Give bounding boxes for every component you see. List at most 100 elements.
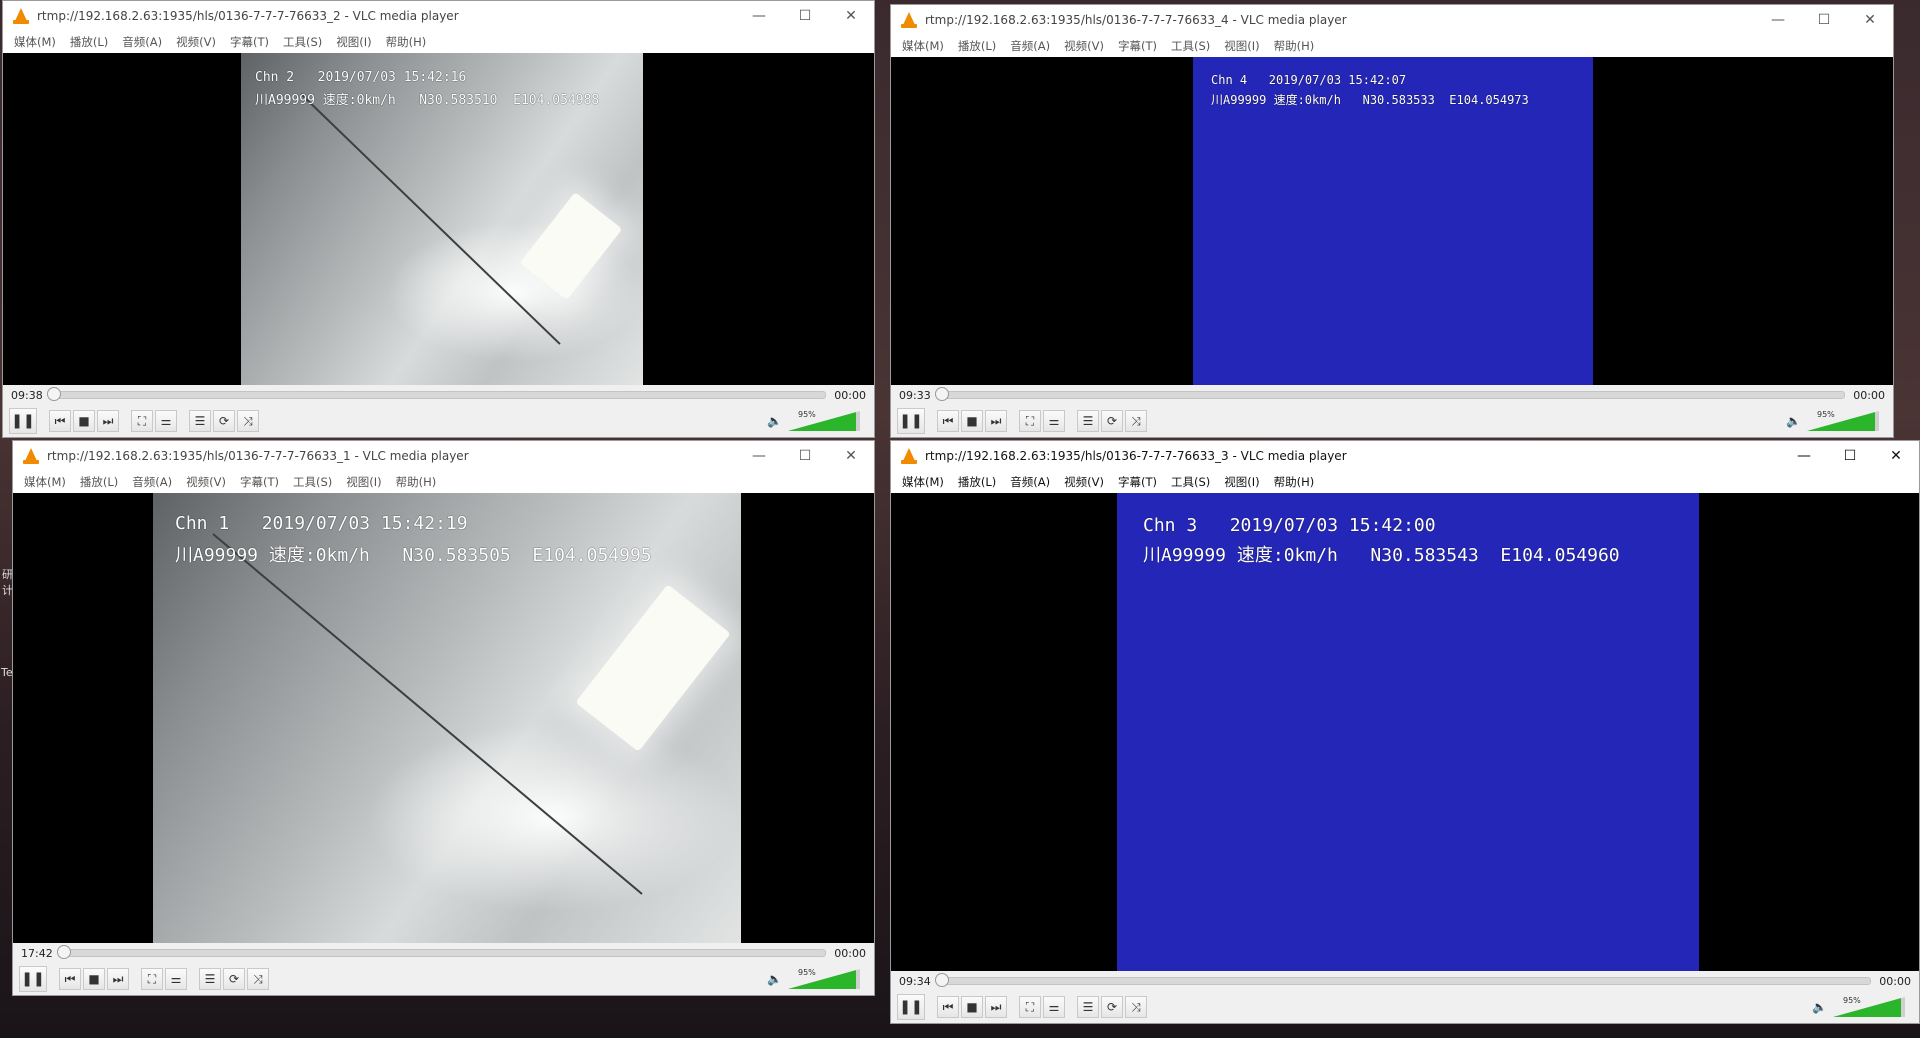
menu-item-0[interactable]: 媒体(M) bbox=[895, 38, 951, 54]
loop-button[interactable]: ⟳ bbox=[213, 410, 235, 432]
menu-item-2[interactable]: 音频(A) bbox=[125, 474, 179, 490]
volume-slider[interactable]: 95% bbox=[1807, 410, 1879, 431]
menu-item-7[interactable]: 帮助(H) bbox=[1267, 474, 1322, 490]
menu-item-5[interactable]: 工具(S) bbox=[276, 34, 329, 50]
close-button[interactable]: ✕ bbox=[828, 441, 874, 471]
previous-button[interactable]: ⏮ bbox=[937, 996, 959, 1018]
seek-handle[interactable] bbox=[56, 945, 71, 959]
seek-handle[interactable] bbox=[46, 387, 61, 401]
stop-button[interactable]: ■ bbox=[961, 410, 983, 432]
extended-settings-button[interactable]: ⚌ bbox=[1043, 410, 1065, 432]
maximize-button[interactable]: ☐ bbox=[1801, 5, 1847, 35]
seek-handle[interactable] bbox=[934, 387, 949, 401]
menu-item-5[interactable]: 工具(S) bbox=[1164, 38, 1217, 54]
playlist-button[interactable]: ☰ bbox=[199, 968, 221, 990]
video-area[interactable]: Chn 1 2019/07/03 15:42:19 川A99999 速度:0km/… bbox=[13, 493, 874, 943]
fullscreen-button[interactable]: ⛶ bbox=[141, 968, 163, 990]
video-area[interactable]: Chn 4 2019/07/03 15:42:07 川A99999 速度:0km/… bbox=[891, 57, 1893, 385]
stop-button[interactable]: ■ bbox=[961, 996, 983, 1018]
pause-button[interactable]: ❚❚ bbox=[19, 966, 47, 992]
menu-item-6[interactable]: 视图(I) bbox=[1217, 474, 1266, 490]
menu-item-1[interactable]: 播放(L) bbox=[73, 474, 125, 490]
menu-item-5[interactable]: 工具(S) bbox=[286, 474, 339, 490]
next-button[interactable]: ⏭ bbox=[985, 996, 1007, 1018]
extended-settings-button[interactable]: ⚌ bbox=[165, 968, 187, 990]
title-bar[interactable]: rtmp://192.168.2.63:1935/hls/0136-7-7-7-… bbox=[13, 441, 874, 471]
menu-item-1[interactable]: 播放(L) bbox=[63, 34, 115, 50]
volume-control[interactable]: 🔈 95% bbox=[1812, 996, 1905, 1017]
menu-item-6[interactable]: 视图(I) bbox=[1217, 38, 1266, 54]
pause-button[interactable]: ❚❚ bbox=[897, 408, 925, 434]
close-button[interactable]: ✕ bbox=[1873, 441, 1919, 471]
title-bar[interactable]: rtmp://192.168.2.63:1935/hls/0136-7-7-7-… bbox=[3, 1, 874, 31]
menu-item-3[interactable]: 视频(V) bbox=[169, 34, 223, 50]
volume-slider[interactable]: 95% bbox=[1833, 996, 1905, 1017]
pause-button[interactable]: ❚❚ bbox=[9, 408, 37, 434]
seek-slider[interactable] bbox=[56, 945, 827, 959]
extended-settings-button[interactable]: ⚌ bbox=[1043, 996, 1065, 1018]
title-bar[interactable]: rtmp://192.168.2.63:1935/hls/0136-7-7-7-… bbox=[891, 5, 1893, 35]
menu-item-4[interactable]: 字幕(T) bbox=[233, 474, 286, 490]
volume-control[interactable]: 🔈 95% bbox=[767, 410, 860, 431]
shuffle-button[interactable]: ⤨ bbox=[237, 410, 259, 432]
menu-item-3[interactable]: 视频(V) bbox=[1057, 38, 1111, 54]
playlist-button[interactable]: ☰ bbox=[1077, 410, 1099, 432]
shuffle-button[interactable]: ⤨ bbox=[247, 968, 269, 990]
menu-item-6[interactable]: 视图(I) bbox=[329, 34, 378, 50]
previous-button[interactable]: ⏮ bbox=[59, 968, 81, 990]
menu-item-3[interactable]: 视频(V) bbox=[179, 474, 233, 490]
fullscreen-button[interactable]: ⛶ bbox=[131, 410, 153, 432]
speaker-icon[interactable]: 🔈 bbox=[767, 414, 782, 428]
menu-item-0[interactable]: 媒体(M) bbox=[17, 474, 73, 490]
loop-button[interactable]: ⟳ bbox=[1101, 410, 1123, 432]
menu-item-0[interactable]: 媒体(M) bbox=[895, 474, 951, 490]
title-bar[interactable]: rtmp://192.168.2.63:1935/hls/0136-7-7-7-… bbox=[891, 441, 1919, 471]
maximize-button[interactable]: ☐ bbox=[782, 1, 828, 31]
maximize-button[interactable]: ☐ bbox=[782, 441, 828, 471]
playlist-button[interactable]: ☰ bbox=[1077, 996, 1099, 1018]
close-button[interactable]: ✕ bbox=[1847, 5, 1893, 35]
next-button[interactable]: ⏭ bbox=[985, 410, 1007, 432]
menu-item-4[interactable]: 字幕(T) bbox=[1111, 38, 1164, 54]
seek-slider[interactable] bbox=[934, 973, 1872, 987]
menu-item-2[interactable]: 音频(A) bbox=[1003, 38, 1057, 54]
volume-slider[interactable]: 95% bbox=[788, 410, 860, 431]
minimize-button[interactable]: — bbox=[1781, 441, 1827, 471]
seek-handle[interactable] bbox=[934, 973, 949, 987]
menu-item-7[interactable]: 帮助(H) bbox=[379, 34, 434, 50]
video-area[interactable]: Chn 2 2019/07/03 15:42:16 川A99999 速度:0km/… bbox=[3, 53, 874, 385]
stop-button[interactable]: ■ bbox=[73, 410, 95, 432]
volume-control[interactable]: 🔈 95% bbox=[1786, 410, 1879, 431]
previous-button[interactable]: ⏮ bbox=[937, 410, 959, 432]
fullscreen-button[interactable]: ⛶ bbox=[1019, 996, 1041, 1018]
next-button[interactable]: ⏭ bbox=[97, 410, 119, 432]
pause-button[interactable]: ❚❚ bbox=[897, 994, 925, 1020]
menu-item-1[interactable]: 播放(L) bbox=[951, 474, 1003, 490]
menu-item-4[interactable]: 字幕(T) bbox=[1111, 474, 1164, 490]
stop-button[interactable]: ■ bbox=[83, 968, 105, 990]
menu-item-7[interactable]: 帮助(H) bbox=[1267, 38, 1322, 54]
menu-item-1[interactable]: 播放(L) bbox=[951, 38, 1003, 54]
speaker-icon[interactable]: 🔈 bbox=[1786, 414, 1801, 428]
menu-item-4[interactable]: 字幕(T) bbox=[223, 34, 276, 50]
next-button[interactable]: ⏭ bbox=[107, 968, 129, 990]
previous-button[interactable]: ⏮ bbox=[49, 410, 71, 432]
loop-button[interactable]: ⟳ bbox=[1101, 996, 1123, 1018]
seek-slider[interactable] bbox=[934, 387, 1846, 401]
menu-item-7[interactable]: 帮助(H) bbox=[389, 474, 444, 490]
minimize-button[interactable]: — bbox=[736, 1, 782, 31]
maximize-button[interactable]: ☐ bbox=[1827, 441, 1873, 471]
speaker-icon[interactable]: 🔈 bbox=[1812, 1000, 1827, 1014]
menu-item-5[interactable]: 工具(S) bbox=[1164, 474, 1217, 490]
menu-item-3[interactable]: 视频(V) bbox=[1057, 474, 1111, 490]
loop-button[interactable]: ⟳ bbox=[223, 968, 245, 990]
menu-item-2[interactable]: 音频(A) bbox=[115, 34, 169, 50]
menu-item-0[interactable]: 媒体(M) bbox=[7, 34, 63, 50]
shuffle-button[interactable]: ⤨ bbox=[1125, 996, 1147, 1018]
minimize-button[interactable]: — bbox=[736, 441, 782, 471]
menu-item-2[interactable]: 音频(A) bbox=[1003, 474, 1057, 490]
menu-item-6[interactable]: 视图(I) bbox=[339, 474, 388, 490]
video-area[interactable]: Chn 3 2019/07/03 15:42:00 川A99999 速度:0km/… bbox=[891, 493, 1919, 971]
shuffle-button[interactable]: ⤨ bbox=[1125, 410, 1147, 432]
seek-slider[interactable] bbox=[46, 387, 827, 401]
